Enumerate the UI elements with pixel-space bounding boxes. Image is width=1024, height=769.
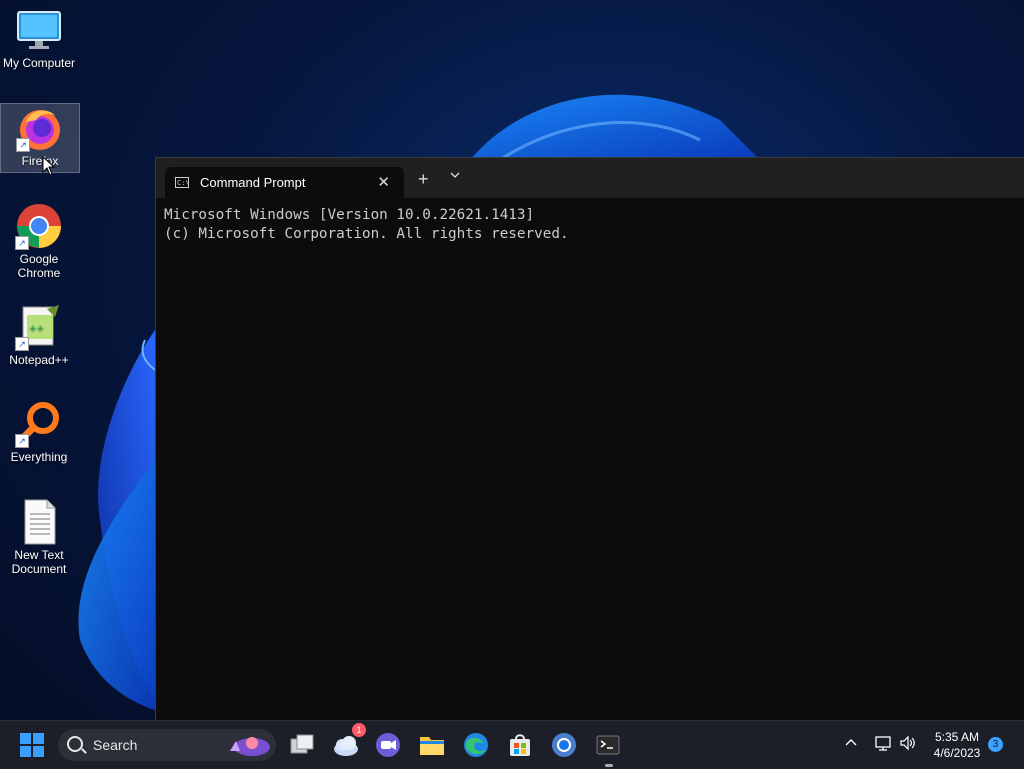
network-icon <box>875 736 891 751</box>
desktop-icon-everything[interactable]: ↗ Everything <box>0 400 78 464</box>
show-hidden-icons-button[interactable] <box>845 735 857 751</box>
console-line: (c) Microsoft Corporation. All rights re… <box>164 226 569 242</box>
start-button[interactable] <box>16 729 48 761</box>
tab-dropdown-button[interactable] <box>450 170 460 182</box>
chrome-icon: ↗ <box>15 202 63 250</box>
desktop-icon-label: New Text Document <box>11 548 67 576</box>
windows-logo-icon <box>20 733 44 757</box>
chevron-up-icon <box>845 739 857 746</box>
monitor-icon <box>15 6 63 54</box>
desktop-icon-notepad-plus-plus[interactable]: ++ ↗ Notepad++ <box>0 303 78 367</box>
desktop-icon-label: My Computer <box>2 56 76 70</box>
clock-time: 5:35 AM <box>934 730 980 744</box>
shortcut-arrow-icon: ↗ <box>15 434 29 448</box>
notification-badge[interactable]: 3 <box>988 737 1003 752</box>
chrome-taskbar-button[interactable] <box>548 729 580 761</box>
svg-text:++: ++ <box>29 324 44 334</box>
terminal-tab-bar[interactable]: C:\ Command Prompt ✕ + <box>156 158 1024 198</box>
chevron-down-icon <box>450 172 460 178</box>
desktop-icon-label: Everything <box>10 450 68 464</box>
clock-date: 4/6/2023 <box>933 746 981 760</box>
task-view-icon <box>290 734 314 754</box>
shortcut-arrow-icon: ↗ <box>15 337 29 351</box>
desktop-icon-firefox[interactable]: ↗ Firefox <box>0 103 80 173</box>
system-clock[interactable]: 5:35 AM 4/6/2023 <box>926 729 988 761</box>
everything-search-icon: ↗ <box>15 400 63 448</box>
taskbar-search-box[interactable]: Search <box>58 729 276 761</box>
console-output[interactable]: Microsoft Windows [Version 10.0.22621.14… <box>164 206 569 244</box>
taskbar: Search 1 5:35 AM 4/6/2023 3 <box>0 720 1024 769</box>
text-file-icon <box>15 498 63 546</box>
microsoft-store-button[interactable] <box>504 729 536 761</box>
terminal-taskbar-button[interactable] <box>592 729 624 761</box>
search-highlight-icon <box>230 737 270 756</box>
terminal-icon <box>596 735 620 755</box>
speaker-icon <box>900 735 915 751</box>
file-explorer-button[interactable] <box>416 729 448 761</box>
close-tab-icon[interactable]: ✕ <box>377 173 390 191</box>
desktop-icon-my-computer[interactable]: My Computer <box>0 6 78 70</box>
widgets-badge: 1 <box>352 723 366 737</box>
tab-command-prompt[interactable]: C:\ Command Prompt ✕ <box>165 167 404 198</box>
notepad-plus-plus-icon: ++ ↗ <box>15 303 63 351</box>
desktop-icon-new-text-document[interactable]: New Text Document <box>0 498 78 576</box>
widgets-button[interactable]: 1 <box>330 723 366 761</box>
desktop-icon-label: Firefox <box>21 154 59 168</box>
chrome-icon <box>552 733 576 757</box>
network-button[interactable] <box>874 735 892 754</box>
desktop-icon-label: Notepad++ <box>9 353 69 367</box>
search-placeholder: Search <box>93 737 138 753</box>
mouse-cursor-icon <box>42 156 56 176</box>
tab-title: Command Prompt <box>200 175 306 190</box>
shortcut-arrow-icon: ↗ <box>16 138 30 152</box>
command-prompt-icon: C:\ <box>175 177 190 188</box>
teams-chat-button[interactable] <box>372 729 404 761</box>
edge-browser-icon <box>464 733 488 757</box>
store-bag-icon <box>510 734 530 756</box>
console-line: Microsoft Windows [Version 10.0.22621.14… <box>164 207 535 223</box>
desktop-icon-label: Google Chrome <box>17 252 61 280</box>
task-view-button[interactable] <box>286 729 318 761</box>
terminal-window[interactable]: C:\ Command Prompt ✕ + Microsoft Windows… <box>155 157 1024 721</box>
volume-button[interactable] <box>899 735 917 754</box>
edge-button[interactable] <box>460 729 492 761</box>
folder-icon <box>420 737 444 755</box>
active-app-indicator <box>605 764 613 767</box>
new-tab-button[interactable]: + <box>418 169 429 190</box>
chat-icon <box>376 733 400 757</box>
shortcut-arrow-icon: ↗ <box>15 236 29 250</box>
search-icon <box>67 736 83 752</box>
desktop-icon-google-chrome[interactable]: ↗ Google Chrome <box>0 202 78 280</box>
firefox-icon: ↗ <box>16 104 64 152</box>
